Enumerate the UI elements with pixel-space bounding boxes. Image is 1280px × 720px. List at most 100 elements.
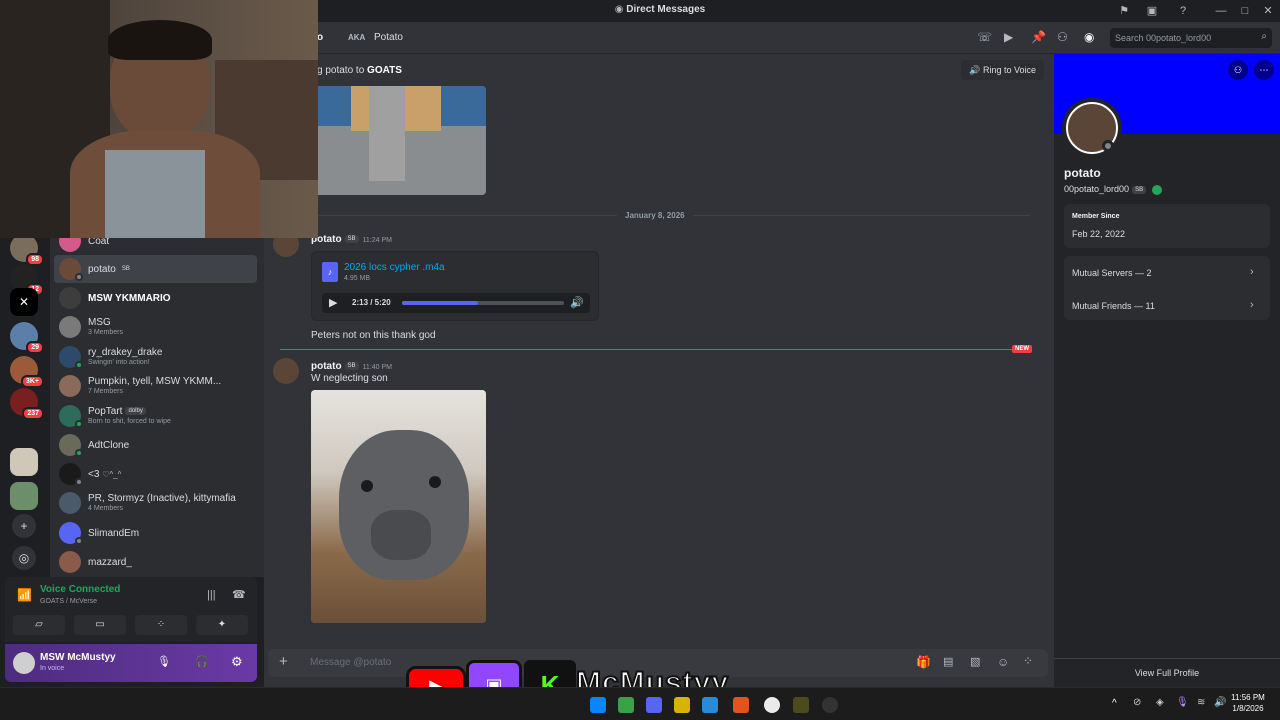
disconnect-icon[interactable]: ☎	[232, 588, 246, 601]
aka-value: Potato	[374, 32, 403, 43]
microphone-icon[interactable]: 🎙	[1176, 697, 1189, 708]
xbox-icon[interactable]	[618, 697, 634, 713]
flag-icon[interactable]: ⚑	[1116, 3, 1132, 19]
pin-icon[interactable]: 📌	[1031, 30, 1046, 44]
inbox-icon[interactable]: ▣	[1144, 3, 1160, 19]
ring-text: g potato to GOATS	[317, 65, 402, 76]
apps-icon[interactable]: ⁘	[1023, 654, 1033, 668]
ring-to-voice-button[interactable]: 🔊 Ring to Voice	[961, 60, 1044, 80]
tray-chevron-icon[interactable]: ^	[1112, 698, 1117, 709]
volume-icon[interactable]: 🔊	[1214, 697, 1226, 708]
member-since-card: Member Since Feb 22, 2022	[1064, 204, 1270, 248]
dm-item[interactable]: AdtClone	[54, 431, 257, 459]
message-header: potato SB 11:40 PM	[311, 361, 393, 372]
profile-avatar-frame	[1062, 98, 1122, 158]
dm-item[interactable]: Pumpkin, tyell, MSW YKMM... 7 Members	[54, 372, 257, 400]
server-icon[interactable]: ✕	[10, 288, 38, 316]
discord-icon[interactable]	[646, 697, 662, 713]
chat-header: o AKA Potato ☏ ▶ 📌 ⚇ ◉ Search 00potato_l…	[264, 22, 1280, 54]
avatar[interactable]	[273, 358, 299, 384]
screen-share-button[interactable]: ▭	[74, 615, 126, 635]
message-header: potato SB 11:24 PM	[311, 234, 393, 245]
dm-item[interactable]: SlimandEm	[54, 519, 257, 547]
signal-icon: 📶	[17, 588, 32, 602]
activities-button[interactable]: ⁘	[135, 615, 187, 635]
dm-item-active[interactable]: potato SB	[54, 255, 257, 283]
dm-item[interactable]: <3 ♡^_^	[54, 460, 257, 488]
chrome-icon[interactable]	[764, 697, 780, 713]
emoji-icon[interactable]: ☺	[997, 655, 1009, 669]
audio-attachment: ♪ 2026 locs cypher .m4a 4.95 MB ▶ 2:13 /…	[311, 251, 599, 321]
microphone-icon[interactable]: 🎙	[157, 655, 171, 668]
clock[interactable]: 11:56 PM 1/8/2026	[1228, 693, 1268, 713]
gif-icon[interactable]: ▤	[943, 655, 953, 668]
app-icon[interactable]	[702, 697, 718, 713]
help-icon[interactable]: ?	[1175, 3, 1191, 19]
maximize-button[interactable]: □	[1237, 3, 1253, 19]
user-profile-icon[interactable]: ◉	[1084, 30, 1094, 44]
dm-item[interactable]: PR, Stormyz (Inactive), kittymafia 4 Memb…	[54, 489, 257, 517]
audio-progress[interactable]	[402, 301, 564, 305]
video-icon[interactable]: ▶	[1004, 30, 1013, 44]
call-icon[interactable]: ☏	[977, 30, 992, 44]
close-button[interactable]: ✕	[1260, 3, 1276, 19]
explorer-icon[interactable]	[674, 697, 690, 713]
server-icon[interactable]	[10, 482, 38, 510]
tray-icon[interactable]: ◈	[1156, 697, 1164, 708]
audio-file-name[interactable]: 2026 locs cypher .m4a	[344, 262, 445, 273]
dm-item[interactable]: MSW YKMMARIO	[54, 284, 257, 312]
app-icon[interactable]	[793, 697, 809, 713]
add-friend-icon[interactable]: ⚇	[1057, 30, 1068, 44]
soundboard-button[interactable]: ✦	[196, 615, 248, 635]
search-input[interactable]: Search 00potato_lord00 ⌕	[1110, 28, 1272, 48]
dog-image[interactable]	[311, 390, 486, 623]
minimize-button[interactable]: —	[1213, 3, 1229, 19]
tray-icon[interactable]: ⊘	[1133, 697, 1141, 708]
voice-panel: 📶 Voice Connected GOATS / McVerse ||| ☎ …	[5, 577, 257, 642]
mutual-friends[interactable]: Mutual Friends — 11	[1072, 301, 1155, 311]
edge-icon[interactable]	[590, 697, 606, 713]
composer-placeholder: Message @potato	[310, 657, 392, 668]
add-friend-icon[interactable]: ⚇	[1228, 60, 1248, 80]
user-name: MSW McMustyy	[40, 652, 116, 663]
server-icon[interactable]: 29	[10, 322, 44, 354]
badge-icon	[1152, 184, 1163, 195]
wifi-icon[interactable]: ≋	[1197, 697, 1205, 708]
server-icon[interactable]	[10, 448, 38, 476]
dm-item[interactable]: mazzard_	[54, 548, 257, 576]
window-title: ◉ Direct Messages	[614, 4, 706, 15]
dm-item[interactable]: ry_drakey_drake Swingin' into action!	[54, 343, 257, 371]
app-icon[interactable]	[733, 697, 749, 713]
dm-item[interactable]: PopTart dolby Born to shit, forced to wipe	[54, 402, 257, 430]
attach-icon[interactable]: +	[279, 653, 288, 670]
server-icon[interactable]: 98	[10, 234, 44, 266]
add-server-icon[interactable]: +	[12, 514, 36, 538]
obs-icon[interactable]	[822, 697, 838, 713]
server-icon[interactable]: 237	[10, 388, 44, 420]
server-icon[interactable]: 3K+	[10, 356, 44, 388]
profile-display-name: potato	[1064, 166, 1101, 180]
more-icon[interactable]: ⋯	[1254, 60, 1274, 80]
message-text: W neglecting son	[311, 373, 388, 384]
noise-suppression-icon[interactable]: |||	[207, 589, 216, 601]
attachment-image[interactable]	[311, 86, 486, 195]
user-panel: MSW McMustyy In voice 🎙 🎧 ⚙	[5, 644, 257, 682]
discover-icon[interactable]: ◎	[12, 546, 36, 570]
avatar[interactable]	[13, 652, 35, 674]
camera-off-button[interactable]: ▱	[13, 615, 65, 635]
date-label: January 8, 2026	[617, 211, 693, 220]
headphones-icon[interactable]: 🎧	[195, 655, 209, 668]
webcam-overlay	[0, 0, 318, 238]
mutual-servers[interactable]: Mutual Servers — 2	[1072, 268, 1152, 278]
settings-icon[interactable]: ⚙	[231, 654, 243, 670]
chevron-right-icon[interactable]: ›	[1250, 299, 1254, 311]
dm-item[interactable]: MSG 3 Members	[54, 313, 257, 341]
sticker-icon[interactable]: ▧	[970, 655, 980, 668]
chevron-right-icon[interactable]: ›	[1250, 266, 1254, 278]
audio-file-icon: ♪	[322, 262, 338, 282]
voice-channel[interactable]: GOATS / McVerse	[40, 598, 97, 605]
play-icon[interactable]: ▶	[329, 296, 337, 309]
volume-icon[interactable]: 🔊	[570, 296, 584, 309]
gift-icon[interactable]: 🎁	[916, 655, 931, 669]
view-full-profile-link[interactable]: View Full Profile	[1054, 668, 1280, 678]
